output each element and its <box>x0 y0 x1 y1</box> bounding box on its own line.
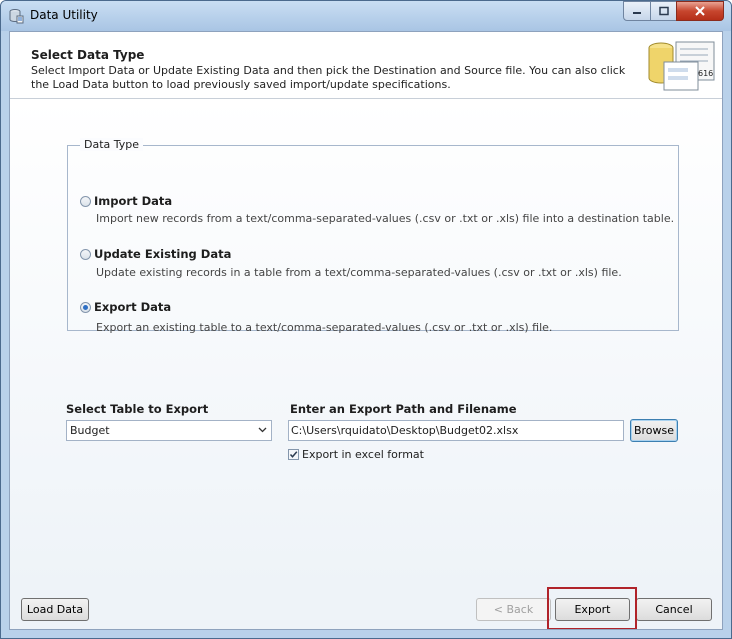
export-data-label[interactable]: Export Data <box>94 300 171 314</box>
checkmark-icon <box>289 451 298 458</box>
page-description: Select Import Data or Update Existing Da… <box>31 64 626 91</box>
load-data-button[interactable]: Load Data <box>21 598 89 621</box>
database-sheet-icon: 616 <box>648 41 715 91</box>
select-table-label: Select Table to Export <box>66 402 209 416</box>
table-select[interactable]: Budget <box>66 420 272 441</box>
title-bar[interactable]: Data Utility <box>1 1 731 31</box>
dialog-client: Select Data Type Select Import Data or U… <box>9 31 723 630</box>
back-button[interactable]: < Back <box>476 598 551 621</box>
cancel-button[interactable]: Cancel <box>636 598 712 621</box>
update-existing-data-label[interactable]: Update Existing Data <box>94 247 231 261</box>
export-path-input[interactable]: C:\Users\rquidato\Desktop\Budget02.xlsx <box>288 420 624 441</box>
data-type-legend: Data Type <box>80 138 144 151</box>
export-excel-checkbox[interactable] <box>288 449 299 460</box>
art-number: 616 <box>698 69 713 78</box>
page-title: Select Data Type <box>31 48 145 62</box>
export-button[interactable]: Export <box>555 598 630 621</box>
export-data-radio[interactable] <box>80 302 91 313</box>
minimize-button[interactable] <box>623 1 651 21</box>
wizard-body: Data Type Import Data Import new records… <box>10 99 722 589</box>
import-data-label[interactable]: Import Data <box>94 194 172 208</box>
chevron-down-icon <box>258 427 267 433</box>
browse-button[interactable]: Browse <box>630 419 678 442</box>
data-utility-window: Data Utility Select Data Type Select Imp… <box>0 0 732 639</box>
wizard-footer: Load Data < Back Export Cancel <box>10 589 722 629</box>
export-excel-label[interactable]: Export in excel format <box>302 448 424 461</box>
export-path-label: Enter an Export Path and Filename <box>290 402 517 416</box>
update-existing-data-description: Update existing records in a table from … <box>96 266 622 279</box>
close-button[interactable] <box>676 1 724 21</box>
import-data-description: Import new records from a text/comma-sep… <box>96 212 675 225</box>
minimize-icon <box>633 12 641 14</box>
import-data-radio[interactable] <box>80 196 91 207</box>
maximize-button[interactable] <box>650 1 677 21</box>
table-select-value: Budget <box>70 424 110 437</box>
maximize-icon <box>658 6 669 16</box>
export-data-description: Export an existing table to a text/comma… <box>96 321 553 334</box>
close-icon <box>695 6 705 16</box>
data-utility-icon <box>9 9 24 24</box>
window-title: Data Utility <box>30 8 98 22</box>
wizard-header: Select Data Type Select Import Data or U… <box>10 32 722 99</box>
update-existing-data-radio[interactable] <box>80 249 91 260</box>
